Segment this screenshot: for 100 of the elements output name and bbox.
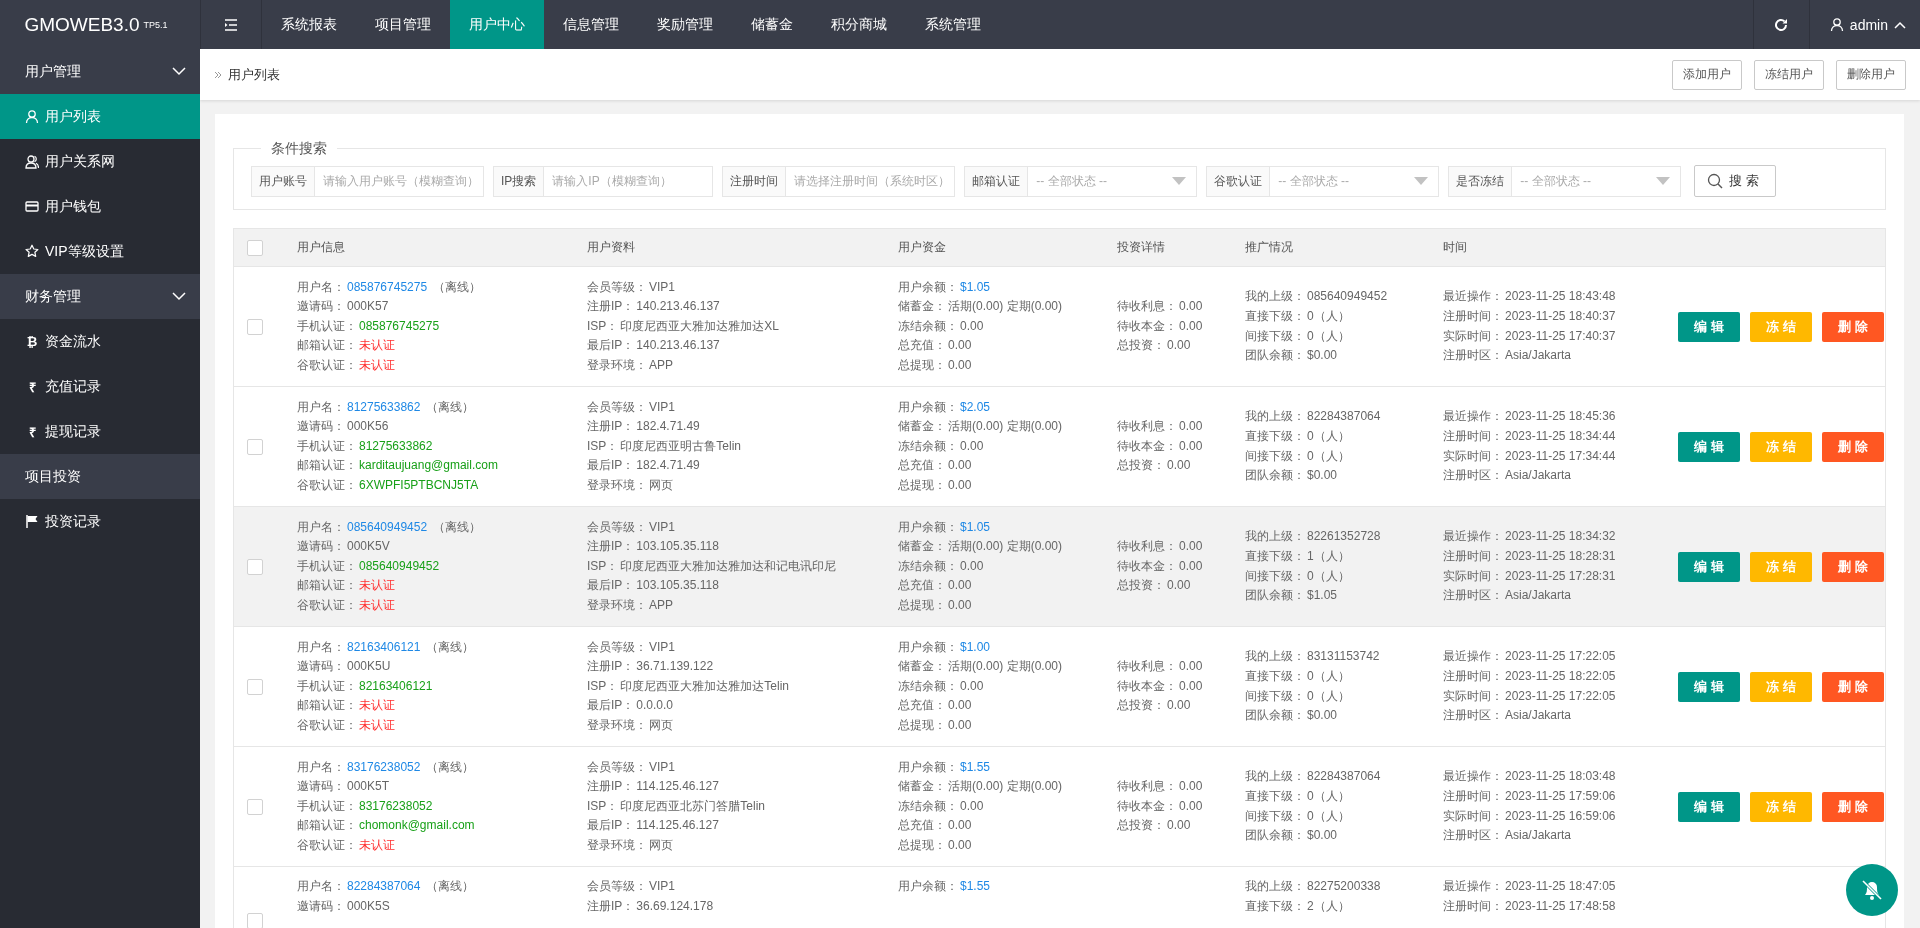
investment-line: 待收本金： 0.00 bbox=[1117, 437, 1204, 455]
funds-line: 储蓄金： 活期(0.00) 定期(0.00) bbox=[898, 658, 1064, 676]
edit-button[interactable]: 编 辑 bbox=[1678, 551, 1740, 582]
profile-line: 注册IP： 140.213.46.137 bbox=[587, 298, 721, 316]
funds-line: 用户余额： $1.05 bbox=[898, 518, 992, 536]
nav-tab[interactable]: 用户中心 bbox=[450, 0, 544, 49]
checkbox[interactable] bbox=[247, 913, 263, 928]
profile-line: 会员等级： VIP1 bbox=[587, 758, 676, 776]
profile-line: 会员等级： VIP1 bbox=[587, 398, 676, 416]
sidebar-item[interactable]: 用户列表 bbox=[0, 94, 200, 139]
time-line: 注册时区： Asia/Jakarta bbox=[1443, 347, 1573, 365]
user-info-line: 邮箱认证： chomonk@gmail.com bbox=[297, 817, 476, 835]
time-line: 最近操作： 2023-11-25 18:34:32 bbox=[1443, 528, 1617, 546]
sidebar-group[interactable]: 用户管理 bbox=[0, 49, 200, 94]
edit-button[interactable]: 编 辑 bbox=[1678, 311, 1740, 342]
field-label: 邮箱认证 bbox=[964, 165, 1028, 197]
promotion-line: 直接下级： 0（人） bbox=[1245, 667, 1351, 685]
promotion-line: 我的上级： 82284387064 bbox=[1245, 408, 1382, 426]
promotion-line: 间接下级： 0（人） bbox=[1245, 447, 1351, 465]
user-info-line: 用户名： 82284387064 （离线） bbox=[297, 878, 476, 895]
checkbox[interactable] bbox=[247, 438, 263, 455]
input-field[interactable]: 请输入IP（模糊查询） bbox=[543, 165, 714, 197]
user-info-line: 手机认证： 81275633862 bbox=[297, 437, 434, 455]
investment-line: 待收本金： 0.00 bbox=[1117, 797, 1204, 815]
funds-line: 冻结余额： 0.00 bbox=[898, 797, 985, 815]
nav-tab[interactable]: 系统报表 bbox=[262, 0, 356, 49]
toolbar-button[interactable]: 冻结用户 bbox=[1754, 59, 1824, 90]
checkbox[interactable] bbox=[247, 798, 263, 815]
edit-button[interactable]: 编 辑 bbox=[1678, 791, 1740, 822]
promotion-line: 团队余额： $0.00 bbox=[1245, 347, 1339, 365]
profile-line: 会员等级： VIP1 bbox=[587, 278, 676, 296]
nav-tab[interactable]: 项目管理 bbox=[356, 0, 450, 49]
profile-line: ISP： 印度尼西亚大雅加达雅加达和记电讯印尼 bbox=[587, 557, 838, 575]
checkbox[interactable] bbox=[247, 678, 263, 695]
user-info-line: 邀请码： 000K57 bbox=[297, 298, 390, 316]
nav-tab[interactable]: 储蓄金 bbox=[732, 0, 812, 49]
field-label: 注册时间 bbox=[722, 165, 786, 197]
profile-line: 注册IP： 182.4.71.49 bbox=[587, 418, 701, 436]
column-header: 投资详情 bbox=[1117, 239, 1166, 256]
checkbox[interactable] bbox=[247, 239, 263, 256]
user-info-line: 邮箱认证： karditaujuang@gmail.com bbox=[297, 457, 499, 475]
user-info-line: 用户名： 82163406121 （离线） bbox=[297, 638, 476, 656]
profile-line: 最后IP： 103.105.35.118 bbox=[587, 577, 720, 595]
user-info-line: 邮箱认证： 未认证 bbox=[297, 697, 396, 715]
edit-button[interactable]: 编 辑 bbox=[1678, 431, 1740, 462]
nav-tab[interactable]: 系统管理 bbox=[906, 0, 1000, 49]
checkbox[interactable] bbox=[247, 318, 263, 335]
dropdown-icon bbox=[1414, 177, 1429, 185]
toolbar-button[interactable]: 添加用户 bbox=[1672, 59, 1742, 90]
input-field[interactable]: 请输入用户账号（模糊查询） bbox=[314, 165, 484, 197]
time-line: 最近操作： 2023-11-25 17:22:05 bbox=[1443, 648, 1617, 666]
user-info-line: 邮箱认证： 未认证 bbox=[297, 337, 396, 355]
chevron-icon bbox=[172, 67, 186, 76]
profile-line: ISP： 印度尼西亚明古鲁Telin bbox=[587, 437, 743, 455]
edit-button[interactable]: 编 辑 bbox=[1678, 671, 1740, 702]
search-button[interactable]: 搜索 bbox=[1694, 165, 1777, 197]
time-line: 注册时间： 2023-11-25 17:59:06 bbox=[1443, 787, 1617, 805]
dropdown-icon bbox=[1656, 177, 1671, 185]
funds-line: 用户余额： $1.55 bbox=[898, 758, 992, 776]
funds-line: 冻结余额： 0.00 bbox=[898, 677, 985, 695]
sidebar-group[interactable]: 财务管理 bbox=[0, 274, 200, 319]
flag-icon bbox=[25, 514, 39, 529]
users-icon bbox=[25, 154, 39, 169]
investment-line: 待收利息： 0.00 bbox=[1117, 298, 1204, 316]
menu-icon[interactable] bbox=[224, 18, 238, 31]
column-header: 用户信息 bbox=[297, 239, 346, 256]
promotion-line: 直接下级： 0（人） bbox=[1245, 307, 1351, 325]
chevron-icon bbox=[172, 292, 186, 301]
profile-line: 注册IP： 103.105.35.118 bbox=[587, 538, 720, 556]
promotion-line: 我的上级： 83131153742 bbox=[1245, 648, 1381, 666]
sidebar-group[interactable]: 项目投资 bbox=[0, 454, 200, 499]
user-info-line: 谷歌认证： 未认证 bbox=[297, 356, 396, 374]
card-icon bbox=[25, 199, 39, 214]
profile-line: ISP： 印度尼西亚北苏门答腊Telin bbox=[587, 797, 767, 815]
field-label: IP搜索 bbox=[493, 165, 544, 197]
investment-line: 待收利息： 0.00 bbox=[1117, 658, 1204, 676]
investment-line: 总投资： 0.00 bbox=[1117, 457, 1192, 475]
promotion-line: 直接下级： 0（人） bbox=[1245, 787, 1351, 805]
nav-tab[interactable]: 奖励管理 bbox=[638, 0, 732, 49]
promotion-line: 直接下级： 0（人） bbox=[1245, 427, 1351, 445]
checkbox[interactable] bbox=[247, 558, 263, 575]
time-line: 注册时区： Asia/Jakarta bbox=[1443, 707, 1573, 725]
toolbar-button[interactable]: 删除用户 bbox=[1836, 59, 1906, 90]
promotion-line: 团队余额： $0.00 bbox=[1245, 707, 1339, 725]
refresh-icon[interactable] bbox=[1774, 17, 1789, 32]
investment-line: 总投资： 0.00 bbox=[1117, 697, 1192, 715]
promotion-line: 团队余额： $0.00 bbox=[1245, 467, 1339, 485]
funds-line: 用户余额： $2.05 bbox=[898, 398, 992, 416]
promotion-line: 我的上级： 82261352728 bbox=[1245, 528, 1382, 546]
nav-tab[interactable]: 积分商城 bbox=[812, 0, 906, 49]
time-line: 最近操作： 2023-11-25 18:03:48 bbox=[1443, 768, 1617, 786]
time-line: 实际时间： 2023-11-25 17:40:37 bbox=[1443, 327, 1617, 345]
user-info-line: 用户名： 81275633862 （离线） bbox=[297, 398, 476, 416]
user-info-line: 邀请码： 000K5S bbox=[297, 897, 391, 915]
funds-line: 用户余额： $1.00 bbox=[898, 638, 992, 656]
input-field[interactable]: 请选择注册时间（系统时区） bbox=[785, 165, 956, 197]
nav-tab[interactable]: 信息管理 bbox=[544, 0, 638, 49]
profile-line: ISP： 印度尼西亚大雅加达雅加达Telin bbox=[587, 677, 791, 695]
funds-line: 储蓄金： 活期(0.00) 定期(0.00) bbox=[898, 538, 1064, 556]
funds-line: 总充值： 0.00 bbox=[898, 697, 973, 715]
